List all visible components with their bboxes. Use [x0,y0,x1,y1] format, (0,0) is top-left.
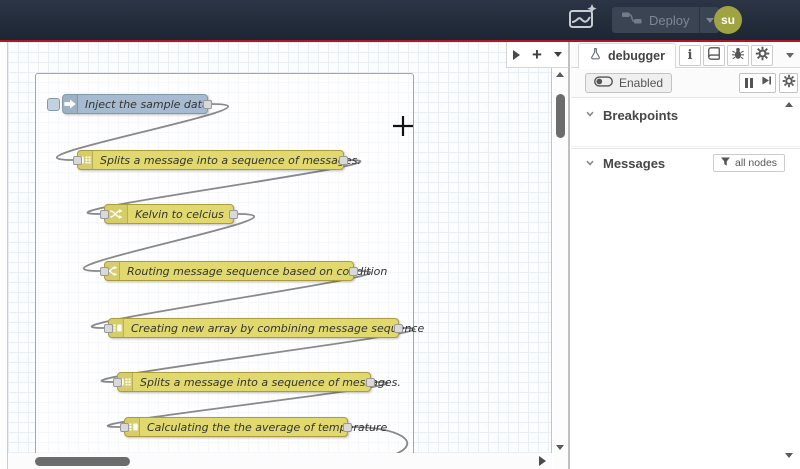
add-flow-button[interactable]: + [532,46,542,63]
scroll-up-arrow[interactable] [556,72,564,77]
gear-icon [755,46,770,66]
node-change[interactable]: Kelvin to celcius [100,204,238,224]
section-divider [571,146,800,147]
input-port[interactable] [100,209,109,219]
pause-button[interactable] [739,73,758,93]
deploy-label: Deploy [649,12,690,28]
node-inject[interactable]: Inject the sample data [47,94,212,114]
input-port[interactable] [100,266,109,276]
deploy-nodes-icon [622,10,642,31]
toggle-icon [594,76,613,90]
sidebar: debugger i Enabled Breakpoints Messages … [571,42,800,469]
flow-canvas[interactable]: Inject the sample data Splits a message i… [8,42,552,469]
debugger-settings-button[interactable] [779,73,798,93]
vertical-scroll-thumb[interactable] [556,94,565,138]
node-label: Inject the sample data [85,97,209,111]
main-menu-button[interactable] [754,10,782,30]
chevron-down-icon [585,106,595,124]
node-join[interactable]: Creating new array by combining message … [104,318,424,338]
sidebar-resize-handle[interactable] [568,42,570,469]
output-port[interactable] [203,99,212,109]
sidebar-menu-caret[interactable] [786,53,794,58]
node-label: Creating new array by combining message … [131,321,425,335]
sidebar-scroll-up-arrow[interactable] [785,102,793,107]
output-port[interactable] [343,422,352,432]
node-split[interactable]: Splits a message into a sequence of mess… [113,372,401,392]
info-tab-button[interactable]: i [679,45,701,66]
output-port[interactable] [349,266,358,276]
scroll-down-arrow[interactable] [556,445,564,450]
node-join[interactable]: Calculating the the average of temperatu… [120,417,387,437]
output-port[interactable] [339,155,348,165]
gear-icon [782,74,796,93]
node-layer: Inject the sample data Splits a message i… [8,42,551,469]
scroll-tabs-right-icon[interactable] [513,49,520,60]
chevron-down-icon [585,155,595,173]
node-switch[interactable]: Routing message sequence based on condit… [100,261,387,281]
breakpoints-section-header[interactable]: Breakpoints [571,100,800,130]
debugger-enabled-toggle[interactable]: Enabled [585,73,673,93]
section-title: Messages [603,156,666,171]
enabled-label: Enabled [619,76,664,90]
debugger-toolbar: Enabled [571,69,800,98]
deploy-button[interactable]: Deploy [612,7,699,33]
node-split[interactable]: Splits a message into a sequence of mess… [73,150,361,170]
input-port[interactable] [104,323,113,333]
book-icon [707,46,721,66]
message-filter-button[interactable]: all nodes [713,154,786,172]
section-title: Breakpoints [603,107,679,123]
user-avatar[interactable]: su [714,6,742,34]
inject-button[interactable] [47,97,60,111]
canvas-horizontal-scrollbar [8,453,552,469]
chevron-down-icon [705,17,714,23]
funnel-icon [721,157,730,170]
input-port[interactable] [120,422,129,432]
header-bar: Deploy su [0,0,800,42]
node-red-editor: Deploy su Inject the sample data Splits a… [0,0,800,469]
tab-debugger[interactable]: debugger [578,43,676,69]
input-port[interactable] [73,155,82,165]
output-port[interactable] [366,377,375,387]
help-tab-button[interactable] [703,45,725,66]
node-label: Calculating the the average of temperatu… [147,420,388,434]
input-port[interactable] [113,377,122,387]
workspace-tab-toolbar: + [506,42,568,68]
tab-label: debugger [608,49,665,63]
info-icon: i [687,48,693,63]
crosshair-cursor [387,110,419,147]
pause-icon [744,78,753,88]
deploy-button-group: Deploy [612,7,720,33]
step-button[interactable] [757,73,776,93]
canvas-vertical-scrollbar [553,42,568,469]
bug-icon [731,46,745,66]
output-port[interactable] [394,323,403,333]
scroll-right-arrow[interactable] [539,456,546,466]
config-tab-button[interactable] [751,45,773,66]
palette-strip[interactable] [0,42,8,469]
step-icon [760,74,773,92]
assistant-icon [566,3,598,38]
messages-section-header[interactable]: Messages all nodes [571,148,800,178]
filter-label: all nodes [735,157,778,169]
flask-icon [589,47,602,66]
node-label: Splits a message into a sequence of mess… [100,153,361,167]
inject-arrow-icon [63,95,78,113]
output-port[interactable] [229,209,238,219]
assistant-button[interactable] [564,3,600,38]
debug-tab-button[interactable] [727,45,749,66]
flow-list-button[interactable] [554,52,562,57]
horizontal-scroll-thumb[interactable] [35,457,130,466]
node-label: Kelvin to celcius [135,207,224,221]
sidebar-tabbar: debugger i [571,42,800,69]
sidebar-scroll-down-arrow[interactable] [785,453,793,458]
